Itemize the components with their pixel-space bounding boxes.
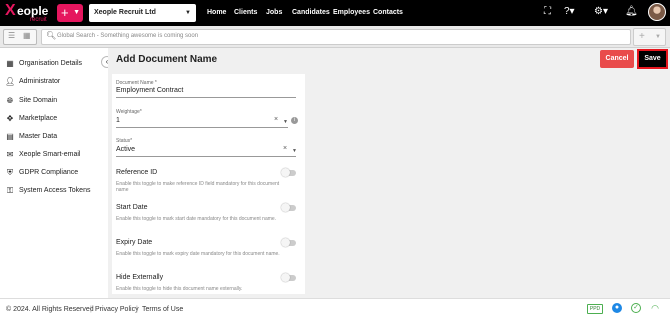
- logo-mark: X: [5, 2, 16, 19]
- chevron-down-icon[interactable]: ▼: [292, 148, 297, 154]
- company-selector[interactable]: Xeople Recruit Ltd ▼: [89, 4, 196, 22]
- document-name-form: Document Name * Employment Contract Weig…: [112, 74, 305, 294]
- chevron-down-icon: ▼: [185, 10, 191, 16]
- bell-icon[interactable]: 🔔︎: [625, 6, 638, 17]
- start-date-toggle[interactable]: [281, 203, 296, 212]
- sidebar-item-label: Administrator: [19, 78, 61, 85]
- xeople-recruit-logo[interactable]: X eople recruit: [5, 2, 51, 24]
- info-icon[interactable]: i: [291, 117, 298, 124]
- sidebar-item-label: Master Data: [19, 133, 58, 140]
- document-name-label: Document Name *: [116, 80, 157, 86]
- check-circle-icon[interactable]: ✓: [631, 303, 641, 313]
- chevron-down-icon[interactable]: ▼: [283, 119, 288, 125]
- sidebar-item-label: Site Domain: [19, 97, 58, 104]
- logo-word: eople: [17, 4, 49, 18]
- main-content: Add Document Name Cancel Save Document N…: [108, 48, 670, 298]
- nav-contacts[interactable]: Contacts: [373, 0, 403, 26]
- add-new-button[interactable]: + ▼: [633, 28, 666, 46]
- weightage-select[interactable]: 1: [116, 117, 120, 124]
- reference-id-toggle[interactable]: [281, 168, 296, 177]
- database-icon: ▤: [6, 132, 14, 141]
- sidebar-item-label: System Access Tokens: [19, 187, 91, 194]
- key-icon: ⚿: [6, 186, 14, 195]
- view-toggle[interactable]: ☰ ▦: [3, 29, 37, 45]
- email-icon: ✉: [6, 150, 14, 159]
- marketplace-icon: ✥: [6, 114, 14, 123]
- nav-home[interactable]: Home: [207, 0, 226, 26]
- list-view-icon[interactable]: ☰: [8, 31, 15, 40]
- footer: © 2024. All Rights Reserved | Privacy Po…: [0, 298, 670, 318]
- avatar[interactable]: [648, 3, 666, 21]
- copyright-text: © 2024. All Rights Reserved: [6, 306, 94, 313]
- plus-icon: +: [639, 31, 645, 42]
- weightage-label: Weightage*: [116, 109, 142, 115]
- status-select[interactable]: Active: [116, 146, 135, 153]
- start-date-label: Start Date: [116, 204, 148, 211]
- user-circle-icon[interactable]: ●: [612, 303, 622, 313]
- sidebar-item-label: Organisation Details: [19, 60, 83, 67]
- user-icon: 👤︎: [5, 77, 16, 86]
- global-search-input[interactable]: 🔍︎ Global Search - Something awesome is …: [41, 29, 631, 45]
- settings-sidebar: ▦ Organisation Details 👤︎ Administrator …: [0, 48, 108, 298]
- document-name-underline: [116, 97, 296, 98]
- nav-clients[interactable]: Clients: [234, 0, 257, 26]
- cancel-button[interactable]: Cancel: [600, 50, 634, 68]
- sidebar-item-label: Xeople Smart-email: [19, 151, 81, 158]
- document-name-input[interactable]: Employment Contract: [116, 87, 183, 94]
- save-button[interactable]: Save: [637, 49, 668, 69]
- hide-externally-toggle[interactable]: [281, 273, 296, 282]
- weightage-underline: [116, 127, 288, 128]
- gear-icon[interactable]: ⚙▾: [594, 6, 608, 17]
- chevron-down-icon: ▼: [655, 34, 661, 40]
- expiry-date-description: Enable this toggle to mark expiry date m…: [116, 251, 280, 257]
- start-date-description: Enable this toggle to mark start date ma…: [116, 216, 277, 222]
- help-icon[interactable]: ?▾: [564, 6, 575, 17]
- hide-externally-label: Hide Externally: [116, 274, 164, 281]
- nav-employees[interactable]: Employees: [333, 0, 370, 26]
- expiry-date-label: Expiry Date: [116, 239, 153, 246]
- company-selector-value: Xeople Recruit Ltd: [94, 9, 156, 16]
- terms-of-use-link[interactable]: Terms of Use: [142, 306, 183, 313]
- footer-separator: |: [136, 306, 138, 313]
- chevron-down-icon: ▼: [73, 9, 80, 16]
- ppd-badge[interactable]: PPD: [587, 304, 603, 314]
- nav-jobs[interactable]: Jobs: [266, 0, 282, 26]
- search-icon: 🔍︎: [46, 31, 57, 40]
- hide-externally-description: Enable this toggle to hide this document…: [116, 286, 243, 292]
- status-underline: [116, 156, 296, 157]
- clear-icon[interactable]: ×: [274, 116, 278, 123]
- sidebar-item-label: GDPR Compliance: [19, 169, 79, 176]
- logo-subtitle: recruit: [30, 17, 47, 23]
- expiry-date-toggle[interactable]: [281, 238, 296, 247]
- footer-separator: |: [90, 306, 92, 313]
- grid-view-icon[interactable]: ▦: [23, 31, 31, 40]
- quick-add-button[interactable]: + ▼: [57, 4, 83, 22]
- building-icon: ▦: [6, 59, 14, 68]
- nav-candidates[interactable]: Candidates: [292, 0, 330, 26]
- shield-icon: ⛨: [7, 168, 13, 177]
- sidebar-item-label: Marketplace: [19, 115, 58, 122]
- global-search-bar: ☰ ▦ 🔍︎ Global Search - Something awesome…: [0, 26, 670, 48]
- clear-icon[interactable]: ×: [283, 145, 287, 152]
- top-navigation-bar: X eople recruit + ▼ Xeople Recruit Ltd ▼…: [0, 0, 670, 26]
- globe-icon: 🌐︎: [6, 96, 14, 105]
- page-title: Add Document Name: [116, 54, 218, 65]
- status-label: Status*: [116, 138, 133, 144]
- fullscreen-icon[interactable]: ⛶: [544, 6, 551, 17]
- search-placeholder: Global Search - Something awesome is com…: [57, 33, 199, 39]
- plus-icon: +: [61, 5, 69, 20]
- reference-id-label: Reference ID: [116, 169, 158, 176]
- reference-id-description: Enable this toggle to make reference ID …: [116, 181, 280, 193]
- wifi-icon: ◠: [651, 303, 659, 313]
- privacy-policy-link[interactable]: Privacy Policy: [95, 306, 139, 313]
